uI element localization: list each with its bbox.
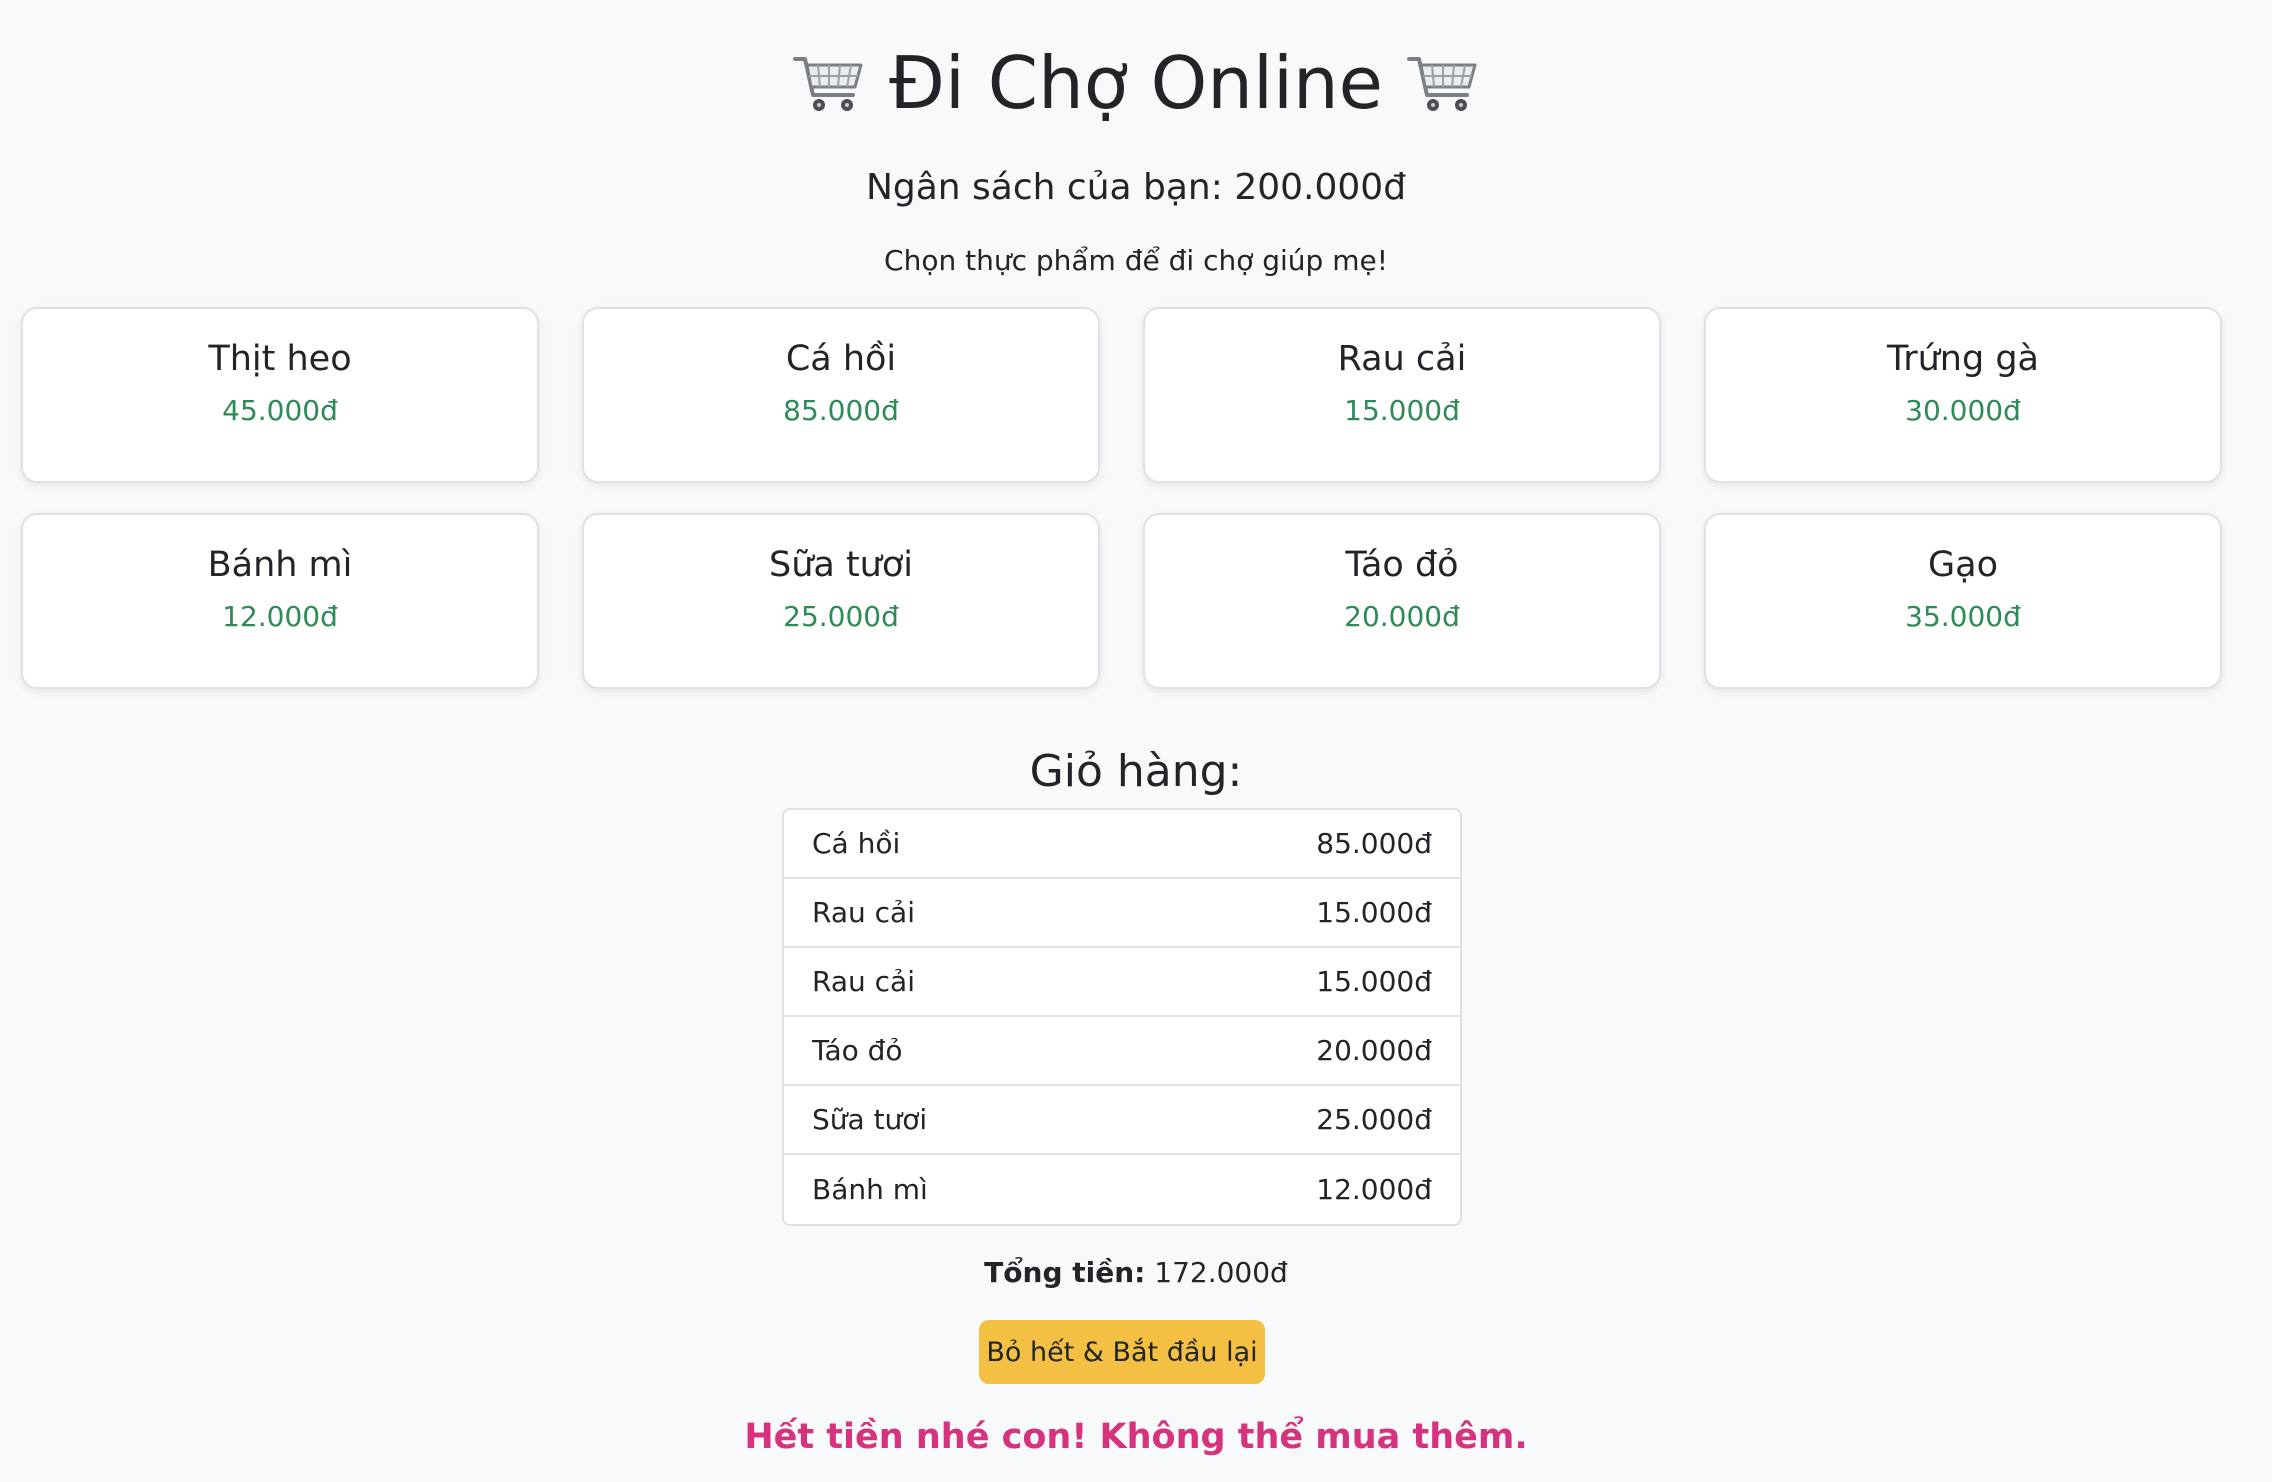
product-price: 45.000đ [222, 394, 338, 427]
shopping-cart-icon [1405, 45, 1481, 121]
product-card[interactable]: Gạo 35.000đ [1704, 513, 2222, 689]
product-name: Gạo [1928, 545, 1998, 585]
product-price: 12.000đ [222, 600, 338, 633]
reset-button[interactable]: Bỏ hết & Bắt đầu lại [979, 1320, 1265, 1384]
out-of-money-message: Hết tiền nhé con! Không thể mua thêm. [744, 1417, 1528, 1457]
cart-item-name: Rau cải [812, 896, 915, 929]
cart-item: Táo đỏ 20.000đ [784, 1017, 1460, 1086]
cart-item-name: Táo đỏ [812, 1034, 903, 1067]
product-name: Rau cải [1337, 339, 1467, 379]
cart-item: Rau cải 15.000đ [784, 948, 1460, 1017]
budget-text: Ngân sách của bạn: 200.000đ [865, 167, 1407, 208]
shopping-cart-icon [791, 45, 867, 121]
product-price: 25.000đ [783, 600, 899, 633]
cart-item-price: 15.000đ [1316, 965, 1432, 998]
cart-item-price: 25.000đ [1316, 1103, 1432, 1136]
cart-item-price: 15.000đ [1316, 896, 1432, 929]
cart-item-name: Bánh mì [812, 1173, 928, 1206]
product-card[interactable]: Trứng gà 30.000đ [1704, 307, 2222, 483]
total-value: 172.000đ [1154, 1256, 1288, 1289]
cart-item-name: Rau cải [812, 965, 915, 998]
product-card[interactable]: Cá hồi 85.000đ [582, 307, 1100, 483]
page-title: Đi Chợ Online [889, 41, 1383, 125]
cart-item: Cá hồi 85.000đ [784, 810, 1460, 879]
instruction-text: Chọn thực phẩm để đi chợ giúp mẹ! [884, 244, 1388, 277]
product-name: Sữa tươi [768, 545, 914, 585]
product-card[interactable]: Thịt heo 45.000đ [21, 307, 539, 483]
cart-total: Tổng tiền: 172.000đ [0, 1253, 2272, 1293]
cart-item-name: Cá hồi [812, 827, 901, 860]
product-card[interactable]: Bánh mì 12.000đ [21, 513, 539, 689]
cart-item-price: 20.000đ [1316, 1034, 1432, 1067]
cart-item-price: 12.000đ [1316, 1173, 1432, 1206]
total-label: Tổng tiền: [984, 1256, 1146, 1289]
product-name: Táo đỏ [1345, 545, 1459, 585]
cart-item-name: Sữa tươi [812, 1103, 928, 1136]
product-price: 20.000đ [1344, 600, 1460, 633]
product-price: 15.000đ [1344, 394, 1460, 427]
product-grid: Thịt heo 45.000đ Cá hồi 85.000đ Rau cải … [21, 307, 2223, 689]
product-name: Thịt heo [208, 339, 352, 379]
product-card[interactable]: Táo đỏ 20.000đ [1143, 513, 1661, 689]
cart-item: Bánh mì 12.000đ [784, 1155, 1460, 1224]
product-card[interactable]: Sữa tươi 25.000đ [582, 513, 1100, 689]
product-card[interactable]: Rau cải 15.000đ [1143, 307, 1661, 483]
cart-item: Rau cải 15.000đ [784, 879, 1460, 948]
header: Đi Chợ Online [0, 38, 2272, 128]
product-price: 85.000đ [783, 394, 899, 427]
product-name: Bánh mì [207, 545, 353, 585]
product-name: Trứng gà [1887, 339, 2039, 379]
product-name: Cá hồi [785, 339, 897, 379]
product-price: 30.000đ [1905, 394, 2021, 427]
cart-list: Cá hồi 85.000đ Rau cải 15.000đ Rau cải 1… [782, 808, 1462, 1226]
cart-item-price: 85.000đ [1316, 827, 1432, 860]
cart-item: Sữa tươi 25.000đ [784, 1086, 1460, 1155]
product-price: 35.000đ [1905, 600, 2021, 633]
cart-title: Giỏ hàng: [1029, 746, 1243, 797]
